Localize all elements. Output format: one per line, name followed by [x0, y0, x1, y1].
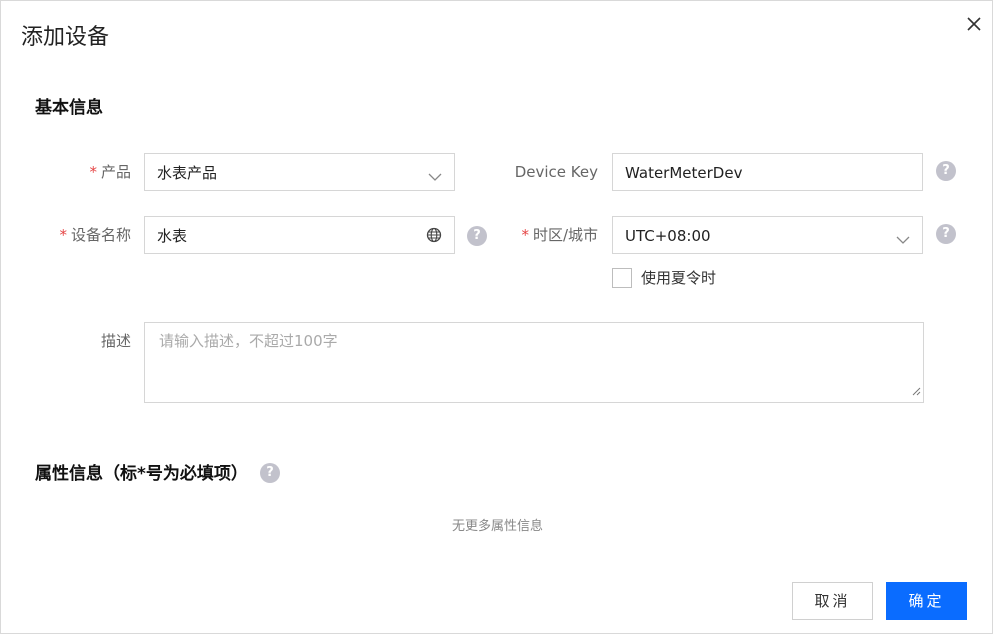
section-attribute-info: 属性信息（标*号为必填项）: [35, 464, 248, 484]
required-mark: *: [521, 226, 529, 244]
chevron-down-icon: [896, 230, 910, 249]
dialog-title: 添加设备: [21, 25, 110, 50]
section-basic-info: 基本信息: [35, 98, 103, 118]
description-textarea[interactable]: 请输入描述，不超过100字: [144, 322, 924, 403]
device-key-input[interactable]: WaterMeterDev: [612, 153, 923, 191]
product-label: * 产品: [89, 163, 131, 181]
description-label: 描述: [100, 332, 131, 350]
dst-checkbox[interactable]: [612, 268, 632, 288]
help-icon-device-name[interactable]: ?: [467, 226, 487, 246]
resize-handle-icon[interactable]: [911, 381, 921, 400]
product-select[interactable]: 水表产品: [144, 153, 455, 191]
help-icon-device-key[interactable]: ?: [936, 161, 956, 181]
device-key-label: Device Key: [514, 163, 598, 181]
device-key-value: WaterMeterDev: [625, 164, 743, 182]
timezone-select[interactable]: UTC+08:00: [612, 216, 923, 254]
required-mark: *: [59, 226, 67, 244]
device-name-input[interactable]: 水表: [144, 216, 455, 254]
help-icon-attributes[interactable]: ?: [260, 463, 280, 483]
help-icon-timezone[interactable]: ?: [936, 224, 956, 244]
product-select-value: 水表产品: [157, 164, 218, 182]
empty-attributes-text: 无更多属性信息: [451, 519, 543, 534]
device-name-label: * 设备名称: [59, 226, 131, 244]
cancel-button[interactable]: 取消: [792, 582, 873, 620]
timezone-label: * 时区/城市: [521, 226, 598, 244]
dst-checkbox-label[interactable]: 使用夏令时: [641, 268, 716, 288]
confirm-button[interactable]: 确定: [886, 582, 967, 620]
description-placeholder: 请输入描述，不超过100字: [159, 332, 338, 350]
chevron-down-icon: [428, 167, 442, 186]
add-device-dialog: 添加设备 基本信息 * 产品 水表产品 Device Key WaterMeter…: [0, 0, 993, 634]
device-name-value: 水表: [157, 227, 188, 245]
required-mark: *: [89, 163, 97, 181]
timezone-select-value: UTC+08:00: [625, 227, 711, 245]
globe-icon[interactable]: [426, 227, 442, 247]
close-icon[interactable]: [963, 13, 985, 35]
